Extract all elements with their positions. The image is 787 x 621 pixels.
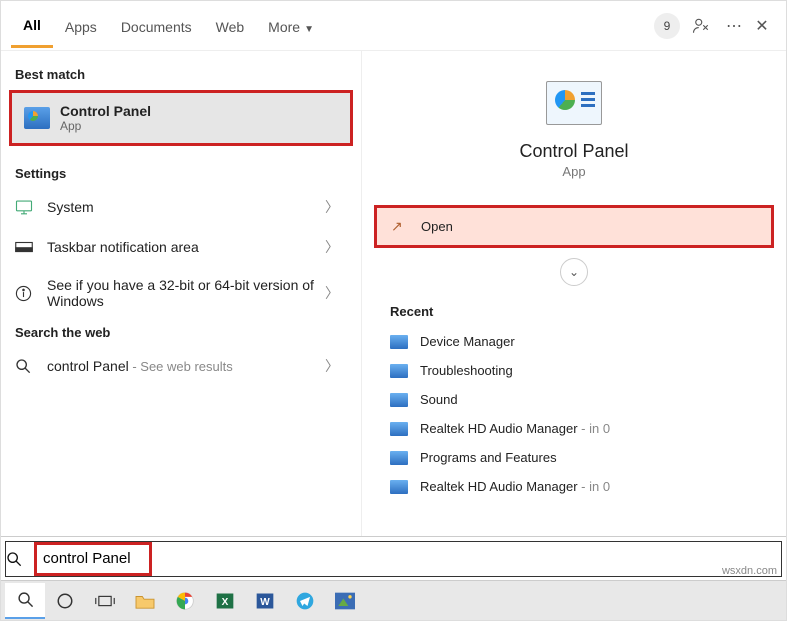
search-tabs: All Apps Documents Web More▼ 9 ⋯ ✕ bbox=[1, 1, 786, 51]
action-open[interactable]: ↗ Open bbox=[374, 205, 774, 248]
recent-item[interactable]: Programs and Features bbox=[362, 443, 786, 472]
cpl-item-icon bbox=[390, 422, 408, 436]
preview-subtitle: App bbox=[562, 164, 585, 179]
search-box[interactable] bbox=[5, 541, 782, 577]
close-icon[interactable]: ✕ bbox=[748, 16, 776, 36]
monitor-icon bbox=[15, 199, 37, 215]
feedback-icon[interactable] bbox=[692, 17, 720, 35]
chevron-right-icon: 〉 bbox=[317, 356, 347, 376]
tab-all[interactable]: All bbox=[11, 3, 53, 48]
best-match-result[interactable]: Control Panel App bbox=[9, 90, 353, 146]
control-panel-icon bbox=[24, 107, 50, 129]
recent-item[interactable]: Realtek HD Audio Manager - in 0 bbox=[362, 472, 786, 501]
taskbar-photos-button[interactable] bbox=[325, 583, 365, 619]
tab-apps[interactable]: Apps bbox=[53, 5, 109, 47]
preview-pane: Control Panel App ↗ Open ⌄ Recent Device… bbox=[361, 51, 786, 536]
settings-item-bitness[interactable]: See if you have a 32-bit or 64-bit versi… bbox=[1, 267, 361, 319]
search-input[interactable] bbox=[43, 550, 143, 567]
chevron-right-icon: 〉 bbox=[317, 237, 347, 257]
expand-actions-button[interactable]: ⌄ bbox=[560, 258, 588, 286]
control-panel-icon-large bbox=[546, 81, 602, 125]
web-result-item[interactable]: control Panel - See web results 〉 bbox=[1, 346, 361, 386]
best-match-label: Best match bbox=[1, 61, 361, 88]
recent-item[interactable]: Sound bbox=[362, 385, 786, 414]
search-bar-row bbox=[1, 536, 786, 580]
chevron-right-icon: 〉 bbox=[317, 197, 347, 217]
cpl-item-icon bbox=[390, 451, 408, 465]
taskbar-chrome-button[interactable] bbox=[165, 583, 205, 619]
preview-title: Control Panel bbox=[519, 141, 628, 162]
recent-item[interactable]: Troubleshooting bbox=[362, 356, 786, 385]
search-icon bbox=[15, 358, 37, 374]
info-icon bbox=[15, 285, 37, 302]
results-left-pane: Best match Control Panel App Settings Sy… bbox=[1, 51, 361, 536]
settings-item-taskbar[interactable]: Taskbar notification area 〉 bbox=[1, 227, 361, 267]
chevron-down-icon: ▼ bbox=[304, 24, 314, 35]
cpl-item-icon bbox=[390, 480, 408, 494]
taskbar-taskview-button[interactable] bbox=[85, 583, 125, 619]
recent-label: Recent bbox=[362, 300, 786, 327]
chevron-right-icon: 〉 bbox=[317, 283, 347, 303]
taskbar-cortana-button[interactable] bbox=[45, 583, 85, 619]
svg-text:W: W bbox=[260, 597, 270, 608]
settings-item-system[interactable]: System 〉 bbox=[1, 187, 361, 227]
tab-documents[interactable]: Documents bbox=[109, 5, 204, 47]
cpl-item-icon bbox=[390, 364, 408, 378]
search-icon bbox=[6, 551, 34, 567]
recent-item[interactable]: Realtek HD Audio Manager - in 0 bbox=[362, 414, 786, 443]
cpl-item-icon bbox=[390, 335, 408, 349]
tab-more[interactable]: More▼ bbox=[256, 5, 326, 47]
open-icon: ↗ bbox=[391, 218, 411, 235]
settings-label: Settings bbox=[1, 160, 361, 187]
taskbar-telegram-button[interactable] bbox=[285, 583, 325, 619]
best-match-subtitle: App bbox=[60, 119, 151, 133]
recent-item[interactable]: Device Manager bbox=[362, 327, 786, 356]
taskbar-excel-button[interactable]: X bbox=[205, 583, 245, 619]
rewards-badge[interactable]: 9 bbox=[654, 13, 680, 39]
svg-text:X: X bbox=[222, 597, 229, 608]
best-match-title: Control Panel bbox=[60, 103, 151, 119]
taskbar: X W bbox=[1, 580, 786, 620]
taskbar-icon bbox=[15, 241, 37, 253]
more-options-icon[interactable]: ⋯ bbox=[720, 16, 748, 36]
cpl-item-icon bbox=[390, 393, 408, 407]
taskbar-word-button[interactable]: W bbox=[245, 583, 285, 619]
open-label: Open bbox=[421, 219, 453, 234]
search-web-label: Search the web bbox=[1, 319, 361, 346]
watermark: wsxdn.com bbox=[722, 565, 777, 577]
tab-web[interactable]: Web bbox=[204, 5, 257, 47]
taskbar-search-button[interactable] bbox=[5, 583, 45, 619]
taskbar-explorer-button[interactable] bbox=[125, 583, 165, 619]
